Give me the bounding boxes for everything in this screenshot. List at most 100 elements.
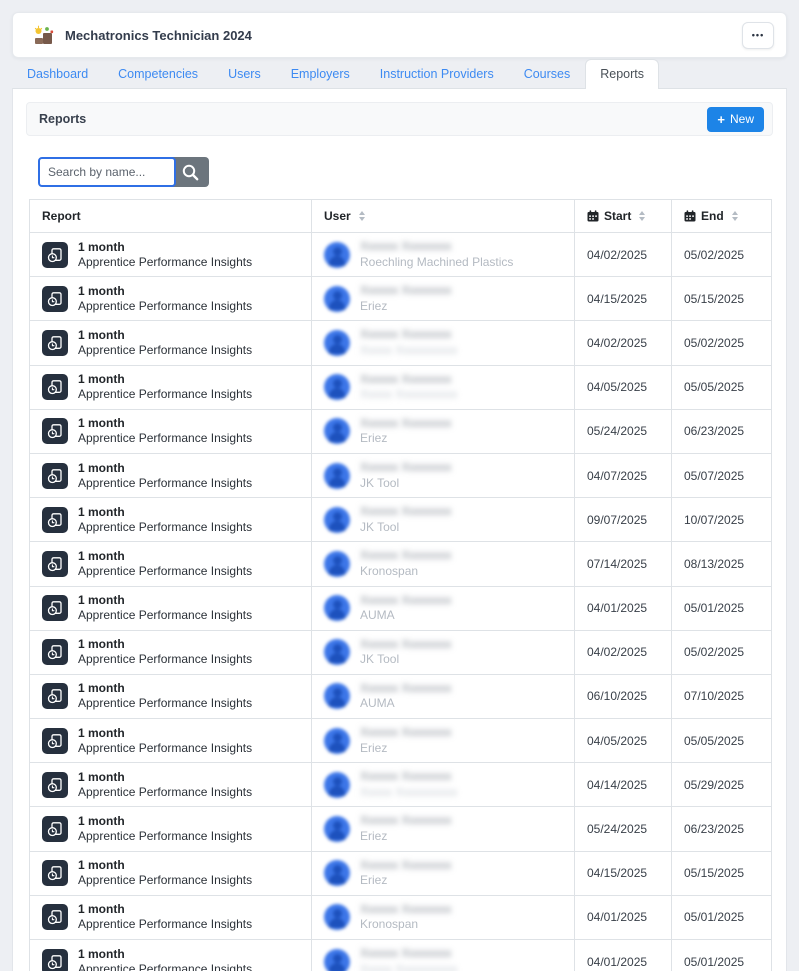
user-avatar bbox=[324, 507, 350, 533]
start-date-cell: 04/01/2025 bbox=[575, 895, 672, 939]
table-row[interactable]: 1 month Apprentice Performance Insights … bbox=[30, 851, 772, 895]
tab-dashboard[interactable]: Dashboard bbox=[12, 59, 103, 89]
user-name-redacted: Xxxxxx Xxxxxxxx bbox=[360, 239, 451, 255]
sort-icon[interactable] bbox=[732, 211, 738, 221]
sort-icon[interactable] bbox=[359, 211, 365, 221]
tab-reports[interactable]: Reports bbox=[585, 59, 659, 89]
user-name-redacted: Xxxxxx Xxxxxxxx bbox=[360, 769, 451, 785]
report-cell: 1 month Apprentice Performance Insights bbox=[30, 233, 312, 277]
table-row[interactable]: 1 month Apprentice Performance Insights … bbox=[30, 807, 772, 851]
table-row[interactable]: 1 month Apprentice Performance Insights … bbox=[30, 321, 772, 365]
end-date-cell: 05/29/2025 bbox=[672, 763, 772, 807]
table-row[interactable]: 1 month Apprentice Performance Insights … bbox=[30, 453, 772, 497]
report-name: Apprentice Performance Insights bbox=[78, 564, 252, 579]
report-cell: 1 month Apprentice Performance Insights bbox=[30, 277, 312, 321]
table-row[interactable]: 1 month Apprentice Performance Insights … bbox=[30, 940, 772, 971]
user-cell: Xxxxxx Xxxxxxxx Xxxxx Xxxxxxxxxx bbox=[312, 763, 575, 807]
user-cell: Xxxxxx Xxxxxxxx AUMA bbox=[312, 586, 575, 630]
new-button-label: New bbox=[730, 113, 754, 125]
user-company: Roechling Machined Plastics bbox=[360, 255, 513, 271]
search-icon bbox=[181, 163, 200, 182]
table-row[interactable]: 1 month Apprentice Performance Insights … bbox=[30, 895, 772, 939]
app-header-card: Mechatronics Technician 2024 ••• bbox=[12, 12, 787, 58]
calendar-icon bbox=[684, 210, 696, 222]
table-row[interactable]: 1 month Apprentice Performance Insights … bbox=[30, 277, 772, 321]
user-avatar bbox=[324, 728, 350, 754]
user-avatar bbox=[324, 330, 350, 356]
table-row[interactable]: 1 month Apprentice Performance Insights … bbox=[30, 233, 772, 277]
report-cell: 1 month Apprentice Performance Insights bbox=[30, 719, 312, 763]
report-cell: 1 month Apprentice Performance Insights bbox=[30, 542, 312, 586]
user-cell: Xxxxxx Xxxxxxxx Xxxxx Xxxxxxxxxx bbox=[312, 940, 575, 971]
report-cell: 1 month Apprentice Performance Insights bbox=[30, 895, 312, 939]
sort-icon[interactable] bbox=[639, 211, 645, 221]
column-header-start[interactable]: Start bbox=[575, 200, 672, 233]
report-clock-icon bbox=[42, 551, 68, 577]
user-name-redacted: Xxxxxx Xxxxxxxx bbox=[360, 283, 451, 299]
user-cell: Xxxxxx Xxxxxxxx JK Tool bbox=[312, 630, 575, 674]
report-name: Apprentice Performance Insights bbox=[78, 741, 252, 756]
panel-header: Reports + New bbox=[26, 102, 773, 136]
start-date-cell: 04/05/2025 bbox=[575, 365, 672, 409]
report-period: 1 month bbox=[78, 947, 252, 962]
report-period: 1 month bbox=[78, 637, 252, 652]
tab-employers[interactable]: Employers bbox=[276, 59, 365, 89]
user-name-redacted: Xxxxxx Xxxxxxxx bbox=[360, 504, 451, 520]
tab-instruction-providers[interactable]: Instruction Providers bbox=[365, 59, 509, 89]
report-clock-icon bbox=[42, 949, 68, 971]
user-avatar bbox=[324, 551, 350, 577]
start-date-cell: 04/02/2025 bbox=[575, 321, 672, 365]
tab-users[interactable]: Users bbox=[213, 59, 276, 89]
user-name-redacted: Xxxxxx Xxxxxxxx bbox=[360, 946, 451, 962]
end-date-cell: 05/05/2025 bbox=[672, 719, 772, 763]
table-row[interactable]: 1 month Apprentice Performance Insights … bbox=[30, 630, 772, 674]
user-avatar bbox=[324, 683, 350, 709]
end-date-cell: 05/05/2025 bbox=[672, 365, 772, 409]
table-row[interactable]: 1 month Apprentice Performance Insights … bbox=[30, 365, 772, 409]
table-row[interactable]: 1 month Apprentice Performance Insights … bbox=[30, 498, 772, 542]
program-logo-icon bbox=[33, 24, 55, 46]
user-company: JK Tool bbox=[360, 520, 451, 536]
user-company: Xxxxx Xxxxxxxxxx bbox=[360, 343, 457, 359]
report-name: Apprentice Performance Insights bbox=[78, 962, 252, 971]
column-header-report[interactable]: Report bbox=[30, 200, 312, 233]
user-cell: Xxxxxx Xxxxxxxx Eriez bbox=[312, 807, 575, 851]
user-company: AUMA bbox=[360, 608, 451, 624]
user-cell: Xxxxxx Xxxxxxxx AUMA bbox=[312, 674, 575, 718]
user-avatar bbox=[324, 860, 350, 886]
table-row[interactable]: 1 month Apprentice Performance Insights … bbox=[30, 763, 772, 807]
search-button[interactable] bbox=[172, 157, 209, 187]
new-report-button[interactable]: + New bbox=[707, 107, 764, 132]
more-options-button[interactable]: ••• bbox=[742, 22, 774, 49]
end-date-cell: 05/15/2025 bbox=[672, 277, 772, 321]
end-date-cell: 08/13/2025 bbox=[672, 542, 772, 586]
report-period: 1 month bbox=[78, 858, 252, 873]
table-row[interactable]: 1 month Apprentice Performance Insights … bbox=[30, 586, 772, 630]
report-name: Apprentice Performance Insights bbox=[78, 520, 252, 535]
user-company: Eriez bbox=[360, 431, 451, 447]
user-company: Kronospan bbox=[360, 564, 451, 580]
end-date-cell: 05/01/2025 bbox=[672, 586, 772, 630]
report-name: Apprentice Performance Insights bbox=[78, 343, 252, 358]
column-header-user[interactable]: User bbox=[312, 200, 575, 233]
reports-panel: Reports + New Report Us bbox=[12, 88, 787, 971]
reports-table: Report User bbox=[29, 199, 772, 971]
table-row[interactable]: 1 month Apprentice Performance Insights … bbox=[30, 542, 772, 586]
user-cell: Xxxxxx Xxxxxxxx Xxxxx Xxxxxxxxxx bbox=[312, 365, 575, 409]
user-company: AUMA bbox=[360, 696, 451, 712]
report-clock-icon bbox=[42, 772, 68, 798]
table-row[interactable]: 1 month Apprentice Performance Insights … bbox=[30, 409, 772, 453]
user-name-redacted: Xxxxxx Xxxxxxxx bbox=[360, 372, 451, 388]
user-cell: Xxxxxx Xxxxxxxx JK Tool bbox=[312, 453, 575, 497]
tab-courses[interactable]: Courses bbox=[509, 59, 586, 89]
tab-competencies[interactable]: Competencies bbox=[103, 59, 213, 89]
report-name: Apprentice Performance Insights bbox=[78, 652, 252, 667]
report-clock-icon bbox=[42, 639, 68, 665]
user-cell: Xxxxxx Xxxxxxxx Eriez bbox=[312, 277, 575, 321]
column-header-end[interactable]: End bbox=[672, 200, 772, 233]
table-row[interactable]: 1 month Apprentice Performance Insights … bbox=[30, 674, 772, 718]
search-input[interactable] bbox=[38, 157, 176, 187]
end-date-cell: 05/07/2025 bbox=[672, 453, 772, 497]
user-name-redacted: Xxxxxx Xxxxxxxx bbox=[360, 681, 451, 697]
table-row[interactable]: 1 month Apprentice Performance Insights … bbox=[30, 719, 772, 763]
